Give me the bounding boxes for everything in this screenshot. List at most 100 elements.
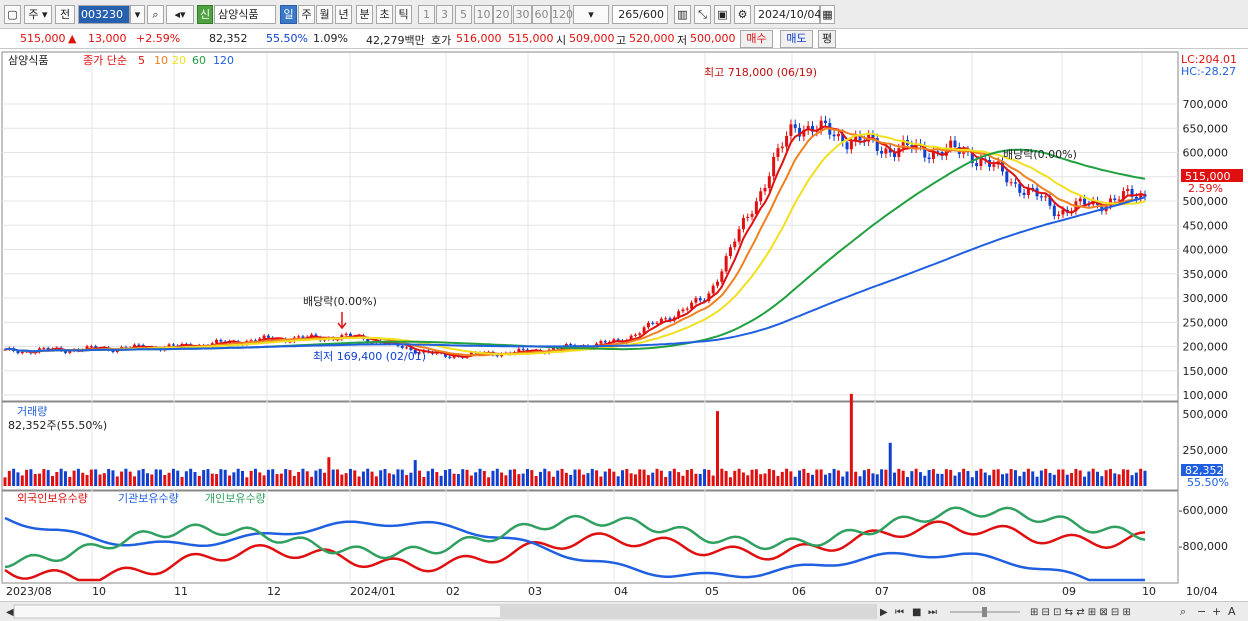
font-size-icon[interactable]: A (1228, 605, 1236, 618)
volume-bar (197, 475, 201, 486)
count-input[interactable]: 265/600 (612, 5, 668, 24)
volume-bar (46, 470, 50, 486)
dividend-annotation-1: 배당락(0.00%) (303, 295, 377, 308)
zoom-slider-handle[interactable] (982, 607, 987, 617)
volume-bar (633, 474, 637, 486)
main-toolbar: ▢ 주 ▾ 전 003230 ▾ ⌕ ◂▾ 신 삼양식품 일주월년분초틱 135… (0, 0, 1248, 29)
multiplier-button-3[interactable]: 3 (436, 5, 453, 24)
chart-svg[interactable]: 700,000650,000600,000550,000500,000450,0… (0, 50, 1248, 600)
volume-bar (1035, 476, 1039, 486)
volume-bar (672, 468, 676, 486)
volume-bar (137, 470, 141, 486)
speaker-icon[interactable]: ◂▾ (166, 5, 194, 24)
volume-bar (1044, 468, 1048, 486)
rewind-icon[interactable]: ⏮ (895, 607, 904, 618)
sell-button[interactable]: 매도 (780, 30, 813, 48)
gear-icon[interactable]: ⚙ (734, 5, 751, 24)
volume-bar (642, 469, 646, 486)
time-axis-label: 12 (267, 585, 281, 598)
scroll-thumb[interactable] (500, 606, 876, 617)
zoom-icon[interactable]: ⌕ (1180, 605, 1186, 618)
date-input[interactable]: 2024/10/04 (754, 5, 821, 24)
period-button-5[interactable]: 초 (376, 5, 393, 24)
volume-bar (228, 475, 232, 486)
multiplier-button-5[interactable]: 5 (455, 5, 472, 24)
candle-body (215, 339, 219, 344)
eval-button[interactable]: 평 (818, 30, 836, 48)
volume-bar (884, 469, 888, 486)
volume-bar (141, 468, 145, 486)
multiplier-button-1[interactable]: 1 (418, 5, 435, 24)
search-icon[interactable]: ⌕ (147, 5, 164, 24)
multiplier-button-120[interactable]: 120 (551, 5, 573, 24)
volume-bar (1070, 473, 1074, 486)
calendar-icon[interactable]: ▦ (820, 5, 835, 24)
volume-bar (279, 473, 283, 486)
volume-bar (29, 469, 33, 486)
chart-area[interactable]: 700,000650,000600,000550,000500,000450,0… (0, 50, 1248, 600)
stock-code-input[interactable]: 003230 (78, 5, 130, 24)
volume-bar (590, 468, 594, 486)
multiplier-button-60[interactable]: 60 (532, 5, 551, 24)
low-annotation: 최저 169,400 (02/01) (313, 350, 426, 363)
volume-bar (297, 471, 301, 486)
volume-bar (888, 442, 892, 486)
period-button-1[interactable]: 주 (298, 5, 315, 24)
volume-bar (1001, 474, 1004, 486)
candle-body (845, 142, 849, 150)
time-axis-label: 02 (446, 585, 460, 598)
forward-icon[interactable]: ⏭ (928, 607, 937, 618)
volume-bar (331, 469, 335, 486)
volume-bar (621, 470, 624, 486)
buy-button[interactable]: 매수 (740, 30, 773, 48)
period-button-6[interactable]: 틱 (395, 5, 412, 24)
volume-bar (793, 476, 797, 486)
save-icon[interactable]: ▣ (714, 5, 731, 24)
code-dropdown-icon[interactable]: ▾ (130, 5, 145, 24)
stock-name-field[interactable]: 삼양식품 (214, 5, 276, 24)
candle-body (297, 336, 301, 338)
stop-icon[interactable]: ■ (912, 607, 921, 618)
multiplier-button-20[interactable]: 20 (493, 5, 512, 24)
candle-body (1052, 205, 1056, 217)
volume-bar (966, 471, 970, 486)
volume-bar (500, 472, 504, 486)
volume-bar (336, 469, 339, 486)
scroll-right-icon[interactable]: ▶ (880, 607, 888, 618)
volume-bar (659, 470, 663, 486)
volume-bar (396, 469, 400, 486)
volume-bar (202, 470, 206, 486)
candle-body (733, 241, 737, 248)
volume-bar (344, 473, 348, 486)
multiplier-dropdown[interactable]: ▾ (573, 5, 609, 24)
multiplier-button-10[interactable]: 10 (474, 5, 493, 24)
volume-bar (3, 477, 7, 486)
zoom-in-icon[interactable]: + (1212, 605, 1221, 618)
change-value: 13,000 (88, 32, 127, 45)
chart-type-icon[interactable]: ▥ (674, 5, 691, 24)
volume-bar (737, 468, 741, 486)
price-tick-label: 250,000 (1183, 316, 1229, 329)
trend-tool-icon[interactable]: ⤡ (694, 5, 711, 24)
period-button-4[interactable]: 분 (356, 5, 373, 24)
current-price: 515,000 (20, 32, 66, 45)
volume-bar (465, 469, 469, 486)
volume-bar (988, 475, 992, 486)
tool-icons[interactable]: ⊞ ⊟ ⊡ ⇆ ⇄ ⊞ ⊠ ⊟ ⊞ (1030, 607, 1131, 618)
window-menu-icon[interactable]: ▢ (4, 5, 21, 24)
period-button-0[interactable]: 일 (280, 5, 297, 24)
volume-bar (780, 471, 784, 486)
scroll-left-icon[interactable]: ◀ (6, 607, 14, 618)
volume-bar (746, 475, 750, 486)
period-button-3[interactable]: 년 (335, 5, 352, 24)
volume-bar (664, 477, 668, 486)
volume-bar (720, 468, 724, 486)
multiplier-button-30[interactable]: 30 (513, 5, 532, 24)
period-button-2[interactable]: 월 (316, 5, 333, 24)
market-type-select[interactable]: 주 ▾ (24, 5, 52, 24)
zoom-out-icon[interactable]: − (1197, 605, 1206, 618)
volume-bar (608, 468, 612, 486)
candle-body (728, 247, 732, 257)
volume-bar (707, 469, 711, 486)
prev-button[interactable]: 전 (55, 5, 75, 24)
